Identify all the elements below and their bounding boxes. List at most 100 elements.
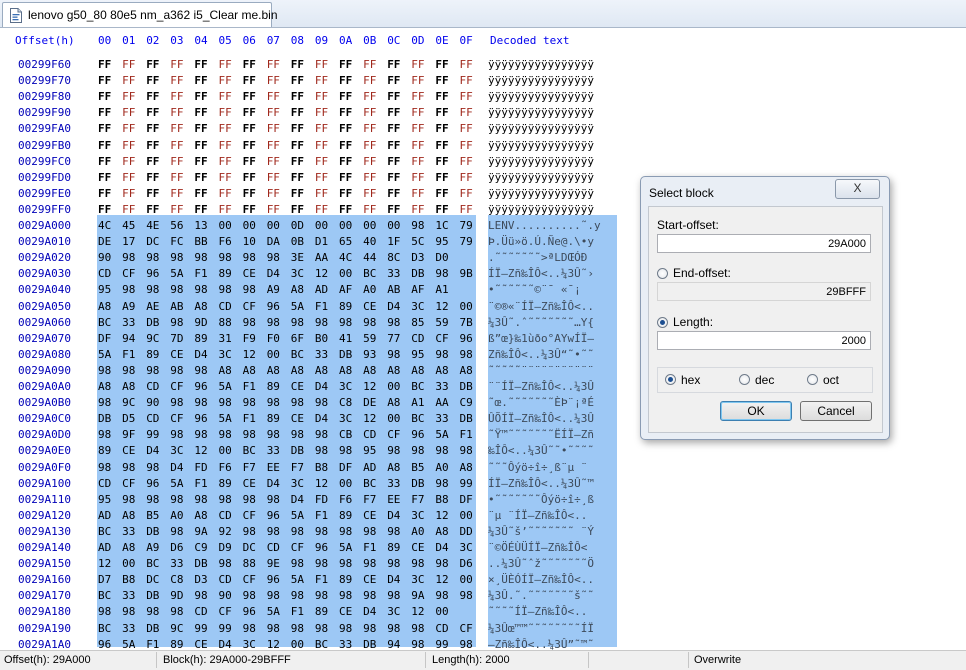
hex-byte[interactable]: 99: [194, 622, 218, 635]
hex-byte[interactable]: FF: [98, 58, 122, 71]
hex-byte[interactable]: FF: [219, 90, 243, 103]
hex-byte[interactable]: FF: [315, 74, 339, 87]
hex-byte[interactable]: 00: [460, 300, 484, 313]
hex-byte[interactable]: 96: [146, 267, 170, 280]
decoded-text[interactable]: ˜˜˜Ôýö÷î÷¸ß­¨µ ¨: [488, 461, 617, 474]
hex-byte[interactable]: FF: [291, 203, 315, 216]
hex-byte[interactable]: 79: [460, 219, 484, 232]
hex-byte[interactable]: FD: [315, 493, 339, 506]
hex-byte[interactable]: 96: [98, 638, 122, 651]
hex-byte[interactable]: DB: [460, 380, 484, 393]
hex-byte[interactable]: CD: [219, 300, 243, 313]
hex-byte[interactable]: 98: [98, 461, 122, 474]
hex-byte[interactable]: 5A: [98, 348, 122, 361]
hex-byte[interactable]: CD: [98, 267, 122, 280]
hex-byte[interactable]: FF: [387, 74, 411, 87]
hex-byte[interactable]: 00: [387, 219, 411, 232]
hex-byte[interactable]: DD: [460, 525, 484, 538]
hex-byte[interactable]: D4: [219, 638, 243, 651]
hex-byte[interactable]: FF: [460, 187, 484, 200]
hex-byte[interactable]: 98: [291, 428, 315, 441]
hex-byte[interactable]: FF: [435, 155, 459, 168]
hex-byte[interactable]: 96: [267, 300, 291, 313]
hex-byte[interactable]: FF: [411, 203, 435, 216]
hex-byte[interactable]: A8: [387, 364, 411, 377]
decoded-text[interactable]: ˜œ.˜˜˜˜˜˜˜ÈÞ¨¡ªÉ: [488, 396, 617, 409]
hex-byte[interactable]: 98: [122, 364, 146, 377]
hex-byte[interactable]: A8: [243, 364, 267, 377]
hex-byte[interactable]: BC: [315, 638, 339, 651]
hex-byte[interactable]: 98: [170, 493, 194, 506]
hex-byte[interactable]: 98: [170, 428, 194, 441]
hex-byte[interactable]: D3: [411, 251, 435, 264]
hex-byte[interactable]: CE: [291, 380, 315, 393]
hex-byte[interactable]: A8: [122, 380, 146, 393]
hex-byte[interactable]: 98: [267, 251, 291, 264]
hex-byte[interactable]: 1F: [387, 235, 411, 248]
hex-byte[interactable]: FF: [460, 171, 484, 184]
decoded-text[interactable]: –Zñ‰ÎÔ<..¼3Û”˜™˜: [488, 638, 617, 651]
hex-byte[interactable]: 89: [267, 380, 291, 393]
decoded-text[interactable]: ×¸ÜÈÓÍÏ–Zñ‰ÎÔ<..: [488, 573, 617, 586]
hex-byte[interactable]: 31: [219, 332, 243, 345]
hex-byte[interactable]: F0: [267, 332, 291, 345]
hex-byte[interactable]: 95: [98, 493, 122, 506]
hex-byte[interactable]: CD: [146, 380, 170, 393]
hex-byte[interactable]: 98: [363, 557, 387, 570]
hex-byte[interactable]: CF: [170, 412, 194, 425]
hex-byte[interactable]: 98: [219, 428, 243, 441]
hex-byte[interactable]: 98: [315, 444, 339, 457]
hex-byte[interactable]: 33: [170, 557, 194, 570]
hex-byte[interactable]: 98: [194, 428, 218, 441]
decoded-text[interactable]: ÍÏ–Zñ‰ÎÔ<..¼3Û˜™: [488, 477, 617, 490]
hex-byte[interactable]: F1: [315, 300, 339, 313]
hex-byte[interactable]: FF: [194, 203, 218, 216]
hex-byte[interactable]: A1: [411, 396, 435, 409]
decoded-text[interactable]: ÿÿÿÿÿÿÿÿÿÿÿÿÿÿÿÿ: [488, 155, 617, 168]
hex-byte[interactable]: 98: [339, 525, 363, 538]
hex-byte[interactable]: 17: [122, 235, 146, 248]
hex-byte[interactable]: 3C: [460, 541, 484, 554]
hex-byte[interactable]: 4C: [98, 219, 122, 232]
hex-byte[interactable]: 96: [460, 332, 484, 345]
decoded-text[interactable]: ¼3Û˜š’˜˜˜˜˜˜˜ ¨Ý: [488, 525, 617, 538]
hex-byte[interactable]: 56: [170, 219, 194, 232]
hex-byte[interactable]: A1: [435, 283, 459, 296]
hex-byte[interactable]: 8C: [387, 251, 411, 264]
hex-byte[interactable]: 98: [194, 396, 218, 409]
hex-byte[interactable]: 33: [122, 589, 146, 602]
hex-byte[interactable]: 00: [460, 509, 484, 522]
hex-byte[interactable]: F6: [219, 461, 243, 474]
hex-byte[interactable]: 98: [170, 316, 194, 329]
hex-byte[interactable]: 98: [387, 348, 411, 361]
hex-byte[interactable]: FF: [146, 74, 170, 87]
hex-byte[interactable]: 98: [170, 396, 194, 409]
hex-byte[interactable]: 98: [98, 396, 122, 409]
hex-byte[interactable]: 99: [219, 622, 243, 635]
hex-byte[interactable]: 3C: [387, 605, 411, 618]
hex-byte[interactable]: 12: [267, 638, 291, 651]
hex-byte[interactable]: 98: [339, 444, 363, 457]
hex-byte[interactable]: 99: [435, 638, 459, 651]
hex-byte[interactable]: F1: [291, 605, 315, 618]
hex-byte[interactable]: A8: [267, 364, 291, 377]
hex-byte[interactable]: 00: [387, 380, 411, 393]
hex-byte[interactable]: D1: [315, 235, 339, 248]
hex-byte[interactable]: FF: [219, 122, 243, 135]
hex-byte[interactable]: D4: [170, 461, 194, 474]
hex-byte[interactable]: 96: [411, 428, 435, 441]
hex-byte[interactable]: A8: [219, 364, 243, 377]
hex-byte[interactable]: FF: [387, 58, 411, 71]
hex-byte[interactable]: FF: [122, 203, 146, 216]
hex-byte[interactable]: 12: [98, 557, 122, 570]
hex-byte[interactable]: F7: [243, 461, 267, 474]
hex-byte[interactable]: 98: [460, 589, 484, 602]
hex-byte[interactable]: AA: [315, 251, 339, 264]
hex-byte[interactable]: AB: [170, 300, 194, 313]
hex-byte[interactable]: D6: [460, 557, 484, 570]
hex-byte[interactable]: 98: [315, 557, 339, 570]
hex-byte[interactable]: 6F: [291, 332, 315, 345]
hex-byte[interactable]: FF: [219, 203, 243, 216]
hex-byte[interactable]: CF: [435, 332, 459, 345]
hex-byte[interactable]: 99: [146, 428, 170, 441]
